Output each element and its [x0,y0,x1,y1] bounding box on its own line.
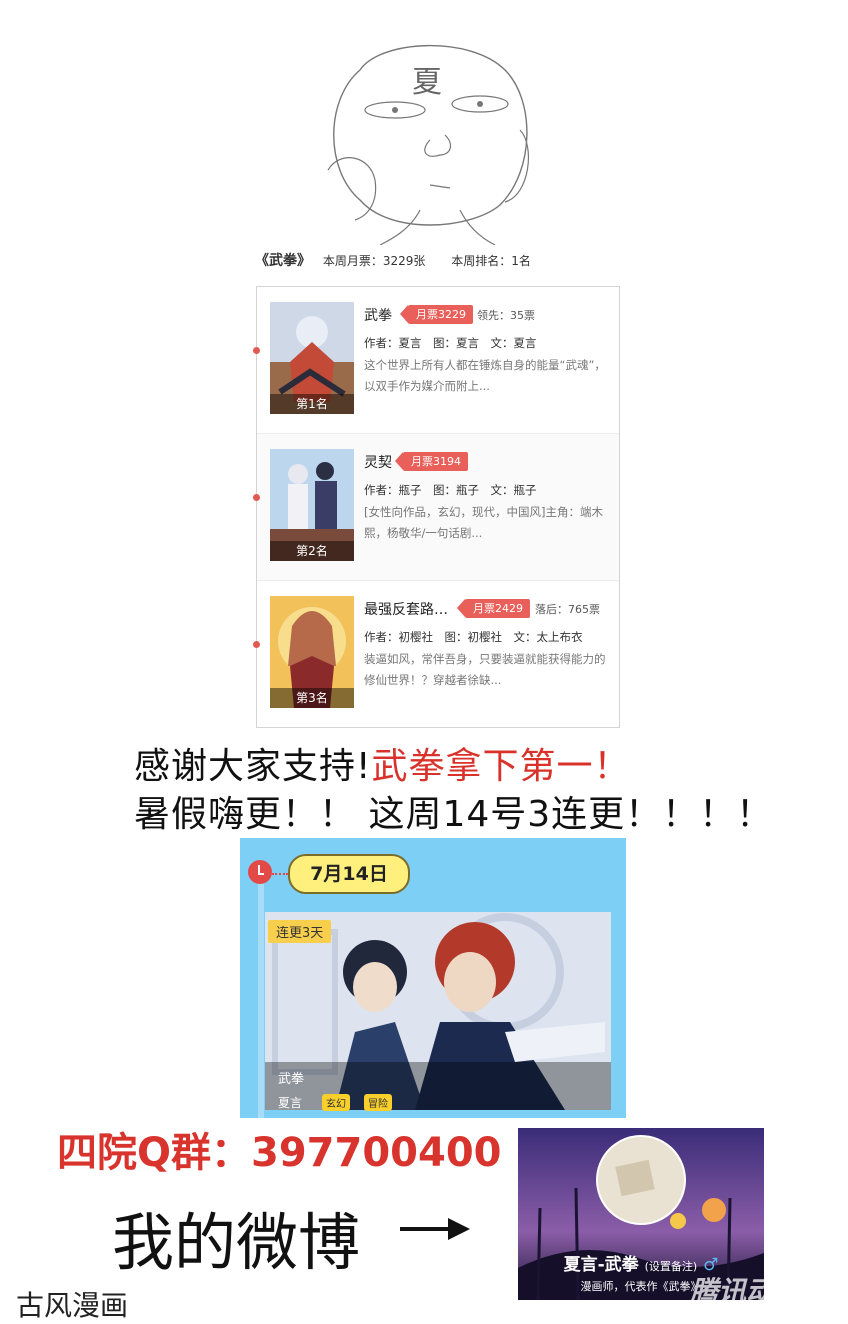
arrow-right-icon [400,1218,470,1240]
ticket-badge: 月票3194 [395,452,468,471]
head-label: 夏 [412,65,442,100]
genre-tag: 玄幻 [322,1094,350,1111]
ranking-item[interactable]: 第3名 最强反套路… 月票2429 落后：765票 作者：初樱社 图：初樱社 文… [253,581,619,727]
tencent-comic-watermark: 腾讯动漫 [690,1275,803,1308]
rank-label: 第1名 [270,394,354,414]
genre-tag: 冒险 [364,1094,392,1111]
clock-icon [248,860,272,884]
comic-description: 装逼如风，常伴吾身，只要装逼就能获得能力的修仙世界！？穿越者徐缺... [364,652,606,687]
weekly-tickets: 本周月票：3229张 [322,254,426,268]
ticket-diff: 落后：765票 [535,603,600,616]
comic-description: 这个世界上所有人都在锤炼自身的能量“武魂”，以双手作为媒介而附上... [364,358,606,393]
comic-authors: 作者：夏言 图：夏言 文：夏言 [364,336,537,350]
update-date: 7月14日 [288,854,410,894]
banner-author: 夏言 [278,1096,303,1110]
comic-name[interactable]: 灵契 [364,452,392,472]
studio-signature: 古风漫画 [16,1289,129,1322]
qq-group-number: 四院Q群：397700400 [57,1130,502,1176]
weekly-rank: 本周排名：1名 [451,254,531,268]
banner-title: 武拳 [278,1072,305,1087]
ranking-item[interactable]: 第1名 武拳 月票3229 领先：35票 作者：夏言 图：夏言 文：夏言 这个世… [253,287,619,434]
thanks-line-2: 暑假嗨更！！ 这周14号3连更！！！！ [134,794,774,835]
ranking-panel: 第1名 武拳 月票3229 领先：35票 作者：夏言 图：夏言 文：夏言 这个世… [253,286,620,728]
ticket-badge: 月票3229 [400,305,473,324]
timeline-dot [253,494,260,501]
thanks-text: 感谢大家支持! [134,746,372,787]
streak-badge: 连更3天 [268,920,332,943]
comic-name[interactable]: 武拳 [364,305,392,325]
update-schedule-card[interactable]: 7月14日 连更3天 武拳 夏言 玄幻 冒险 [240,838,626,1118]
weekly-stats: 《武拳》 本周月票：3229张 本周排名：1名 [255,250,531,270]
first-place-text: 武拳拿下第一！ [371,746,631,787]
my-weibo-label: 我的微博 [112,1206,361,1279]
weibo-name-text: 夏言-武拳 [563,1255,639,1275]
comic-name[interactable]: 最强反套路… [364,599,448,619]
comic-cover[interactable]: 第2名 [270,449,354,561]
timeline-connector [272,873,288,875]
comic-description: [女性向作品，玄幻，现代，中国风]主角：端木熙，杨敬华/一句话剧... [364,505,603,540]
thanks-line-1: 感谢大家支持!武拳拿下第一！ [134,737,630,789]
hand-drawn-avatar-sketch: 夏 [327,44,529,245]
timeline-dot [253,347,260,354]
comic-authors: 作者：瓶子 图：瓶子 文：瓶子 [364,483,537,497]
comic-title: 《武拳》 [255,253,311,269]
comic-authors: 作者：初樱社 图：初樱社 文：太上布衣 [364,630,583,644]
timeline-dot [253,641,260,648]
ticket-diff: 领先：35票 [477,309,535,322]
ticket-badge: 月票2429 [457,599,530,618]
comic-cover[interactable]: 第1名 [270,302,354,414]
rank-label: 第2名 [270,541,354,561]
timeline-bar [258,868,264,1118]
rank-label: 第3名 [270,688,354,708]
ranking-item[interactable]: 第2名 灵契 月票3194 作者：瓶子 图：瓶子 文：瓶子 [女性向作品，玄幻，… [253,434,619,581]
comic-cover[interactable]: 第3名 [270,596,354,708]
